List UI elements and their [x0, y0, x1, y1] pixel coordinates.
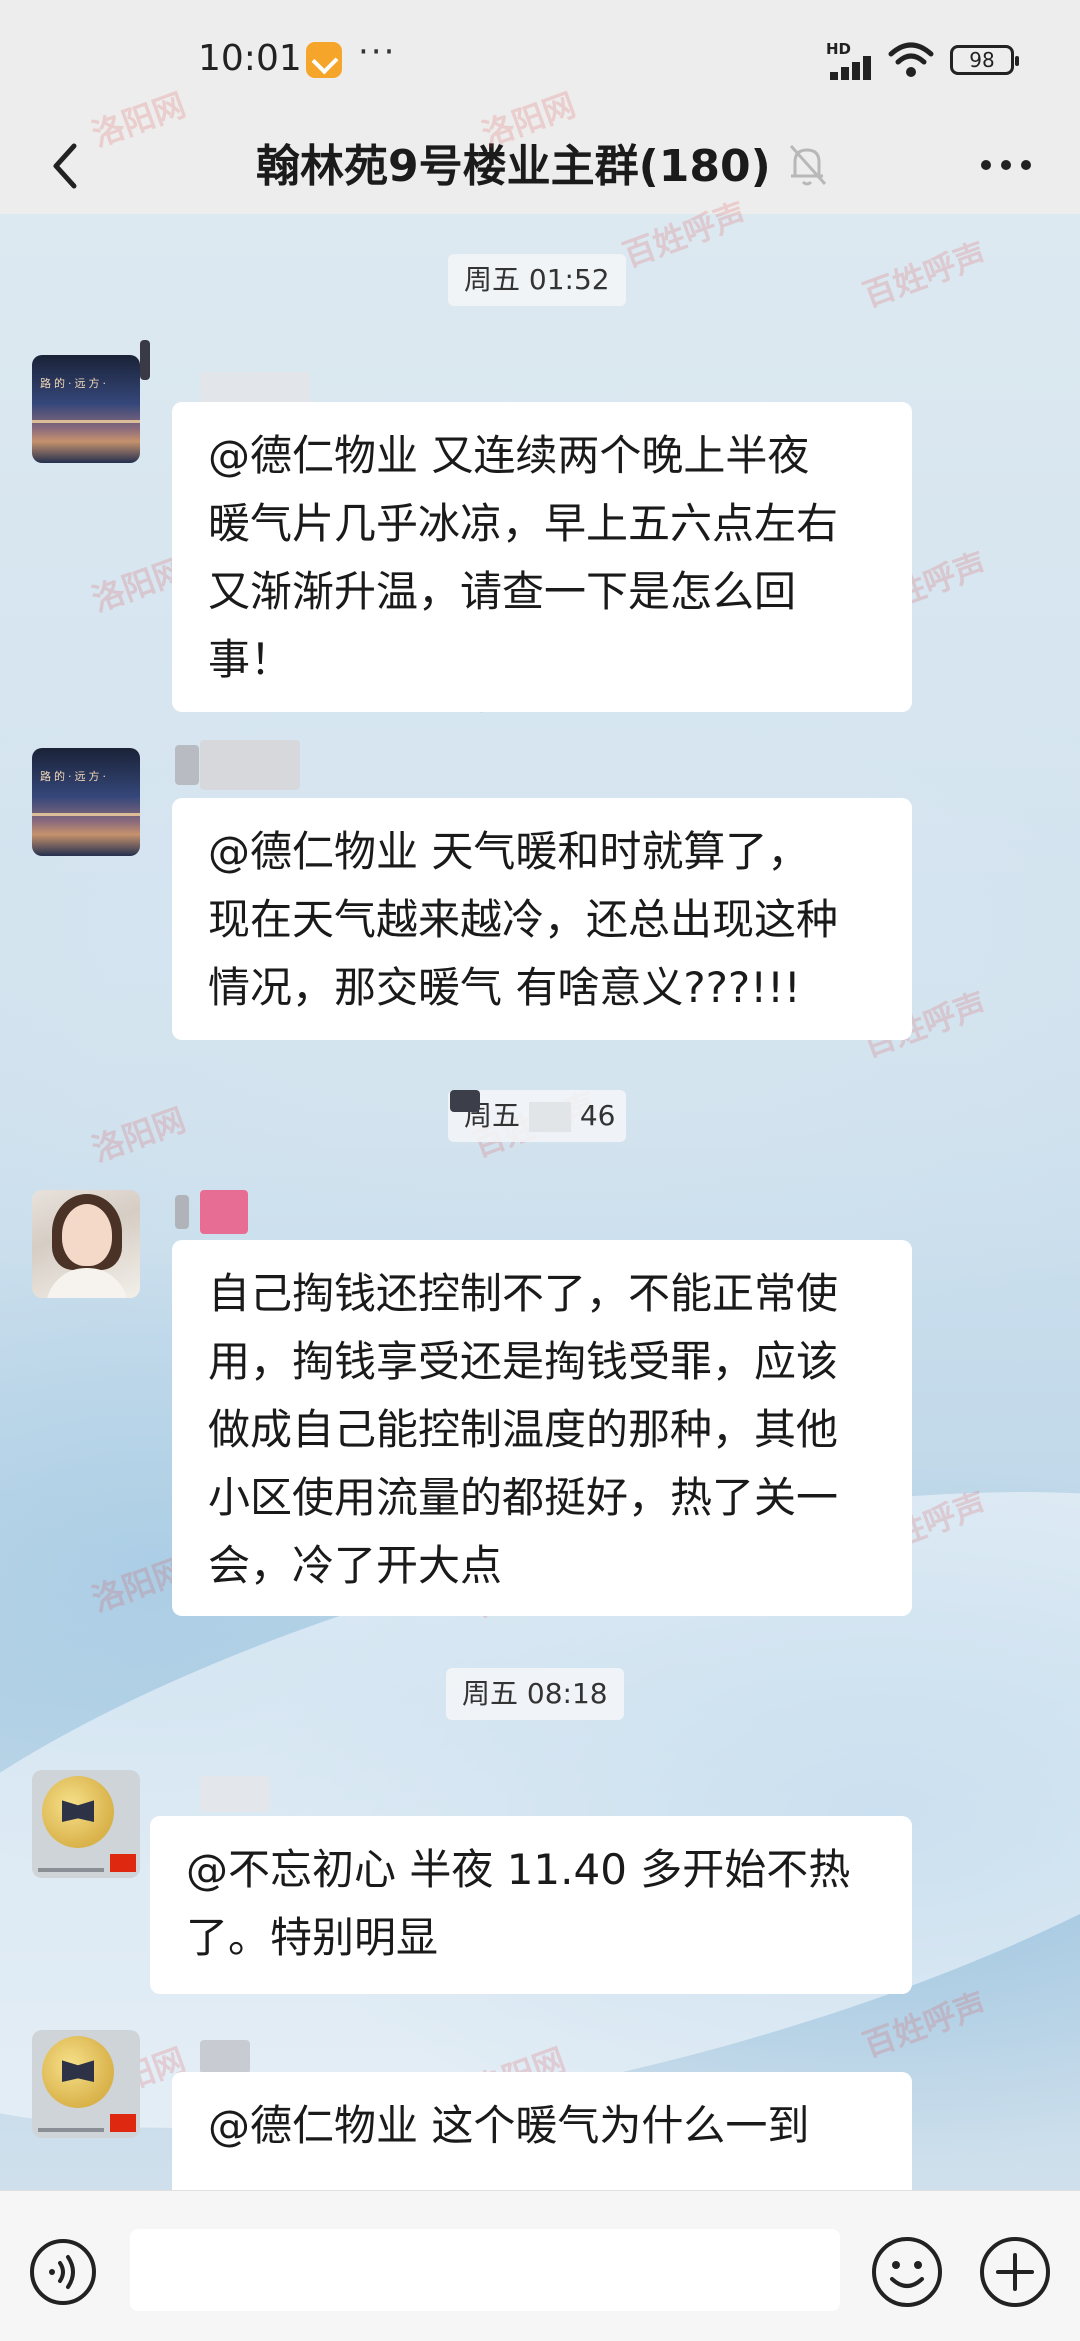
message-line: @德仁物业 又连续两个晚上半夜 — [208, 431, 810, 480]
flag-icon — [110, 1854, 136, 1872]
message-line: 了。特别明显 — [186, 1913, 439, 1962]
group-title: 翰林苑9号楼业主群(180) — [256, 141, 771, 192]
message-line: 用，掏钱享受还是掏钱受罪，应该 — [208, 1337, 839, 1386]
message-line: @不忘初心 半夜 11.40 多开始不热 — [186, 1845, 851, 1894]
sender-name-redacted — [175, 745, 199, 785]
avatar-text: 路的·远方· — [40, 770, 109, 783]
battery-icon: 98 — [950, 45, 1019, 75]
message-input[interactable] — [130, 2229, 840, 2311]
message-line: 会，冷了开大点 — [208, 1541, 503, 1590]
sender-name-redacted — [140, 340, 150, 380]
app-notification-icon — [306, 42, 342, 78]
message-bubble[interactable]: @德仁物业 又连续两个晚上半夜 暖气片几乎冰凉，早上五六点左右 又渐渐升温，请查… — [172, 402, 912, 712]
chat-header: 翰林苑9号楼业主群(180) — [0, 120, 1080, 214]
signal-icon — [830, 56, 878, 80]
message-bubble[interactable]: @德仁物业 天气暖和时就算了， 现在天气越来越冷，还总出现这种 情况，那交暖气 … — [172, 798, 912, 1040]
avatar-body — [46, 1268, 128, 1298]
avatar-caption — [38, 1868, 104, 1872]
message-line: 又渐渐升温，请查一下是怎么回 — [208, 567, 797, 616]
wifi-icon — [888, 42, 934, 77]
avatar[interactable] — [32, 2030, 140, 2138]
message-line: @德仁物业 这个暖气为什么一到 — [208, 2101, 810, 2150]
message-bubble[interactable]: 自己掏钱还控制不了，不能正常使 用，掏钱享受还是掏钱受罪，应该 做成自己能控制温… — [172, 1240, 912, 1616]
back-chevron-icon[interactable] — [40, 134, 96, 198]
flag-icon — [110, 2114, 136, 2132]
status-more-indicator: ··· — [358, 32, 397, 72]
message-line: 情况，那交暖气 有啥意义???!!! — [208, 963, 801, 1012]
sender-name-redacted — [200, 372, 310, 402]
battery-level: 98 — [969, 48, 995, 72]
sender-name-redacted — [200, 740, 300, 790]
avatar[interactable]: 路的·远方· — [32, 748, 140, 856]
status-time: 10:01 — [198, 38, 302, 79]
message-line: 自己掏钱还控制不了，不能正常使 — [208, 1269, 839, 1318]
message-line: 现在天气越来越冷，还总出现这种 — [208, 895, 839, 944]
plus-icon[interactable] — [978, 2235, 1052, 2309]
avatar[interactable] — [32, 1190, 140, 1298]
emoji-icon[interactable] — [870, 2235, 944, 2309]
sender-name-redacted — [200, 1776, 270, 1812]
avatar-caption — [38, 2128, 104, 2132]
avatar-text: 路的·远方· — [40, 377, 109, 390]
sender-name-redacted — [200, 2040, 250, 2074]
message-line: 暖气片几乎冰凉，早上五六点左右 — [208, 499, 839, 548]
avatar-face — [62, 1204, 112, 1266]
status-bar: 10:01 ··· HD 98 — [0, 0, 1080, 120]
redaction-mark — [450, 1090, 480, 1112]
timestamp-redaction — [528, 1102, 571, 1132]
message-line: 事！ — [208, 635, 293, 684]
avatar[interactable] — [32, 1770, 140, 1878]
message-line: @德仁物业 天气暖和时就算了， — [208, 827, 810, 876]
voice-icon[interactable] — [28, 2237, 98, 2307]
avatar[interactable]: 路的·远方· — [32, 355, 140, 463]
message-line: 做成自己能控制温度的那种，其他 — [208, 1405, 839, 1454]
timestamp-minute: 46 — [579, 1099, 616, 1132]
sender-name-redacted — [175, 1195, 189, 1229]
input-bar — [0, 2190, 1080, 2341]
sender-name-redacted — [200, 1190, 248, 1234]
message-line: 小区使用流量的都挺好，热了关一 — [208, 1473, 839, 1522]
timestamp: 周五 01:52 — [448, 254, 626, 306]
timestamp: 周五 08:18 — [446, 1668, 624, 1720]
more-dots-icon[interactable] — [976, 140, 1036, 190]
mute-bell-icon — [789, 144, 827, 186]
message-bubble[interactable]: @不忘初心 半夜 11.40 多开始不热 了。特别明显 — [150, 1816, 912, 1994]
message-bubble[interactable]: @德仁物业 这个暖气为什么一到 — [172, 2072, 912, 2202]
